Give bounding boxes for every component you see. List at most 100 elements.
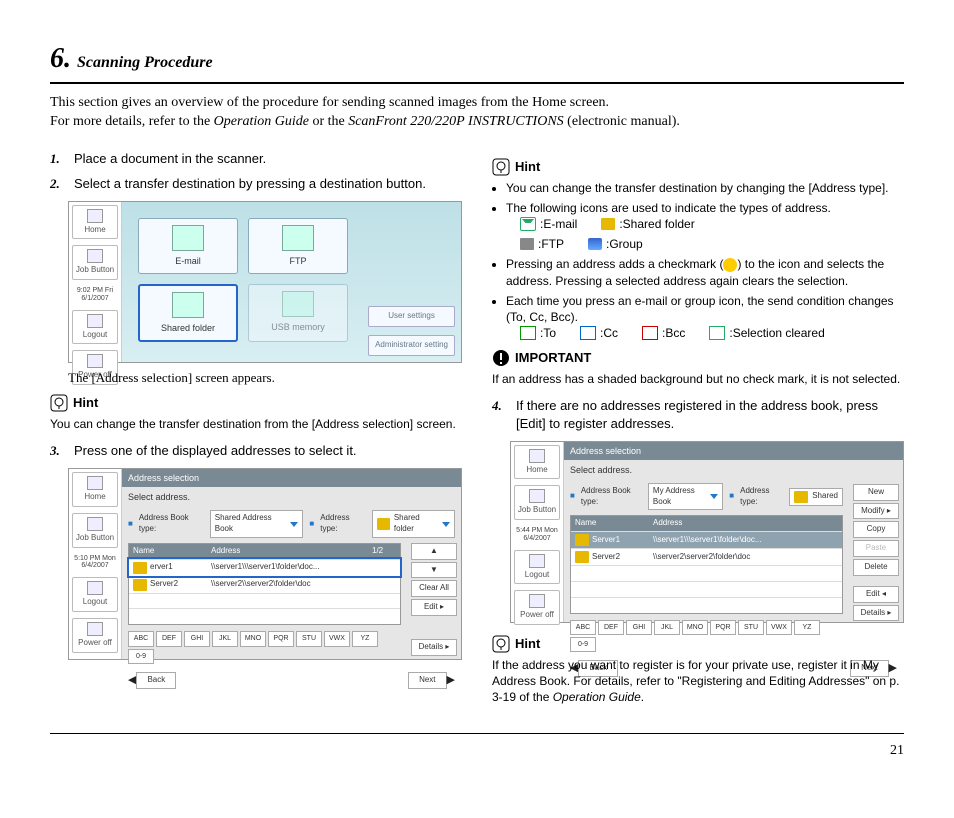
bcc-icon [642, 326, 658, 340]
filter-key[interactable]: GHI [626, 620, 652, 635]
filter-key[interactable]: ABC [128, 631, 154, 646]
filter-key[interactable]: PQR [268, 631, 294, 646]
address-type-dropdown[interactable]: Shared [789, 488, 843, 506]
figure-home-screen: Home Job Button 9:02 PM Fri 6/1/2007 Log… [68, 201, 462, 363]
filter-key[interactable]: GHI [184, 631, 210, 646]
fig1-sidebar: Home Job Button 9:02 PM Fri 6/1/2007 Log… [69, 202, 122, 362]
filter-key[interactable]: DEF [598, 620, 624, 635]
filter-key[interactable]: MNO [240, 631, 266, 646]
important-heading: IMPORTANT [492, 349, 904, 367]
logout-icon [529, 554, 545, 568]
filter-key[interactable]: JKL [654, 620, 680, 635]
to-icon [520, 326, 536, 340]
new-button[interactable]: New [853, 484, 899, 501]
filter-key[interactable]: ABC [570, 620, 596, 635]
filter-key[interactable]: YZ [794, 620, 820, 635]
modify-button[interactable]: Modify ▸ [853, 503, 899, 520]
hint-heading-1: Hint [50, 394, 462, 412]
details-button[interactable]: Details ▸ [411, 639, 457, 656]
fig1-panel: E-mail FTP Shared folder USB memory User… [122, 202, 461, 362]
home-icon [87, 476, 103, 490]
power-icon [87, 622, 103, 636]
next-arrow[interactable]: ▶ [447, 673, 455, 688]
address-table: NameAddress Server1\\server1\\\server1\f… [570, 515, 843, 613]
power-button[interactable]: Power off [72, 618, 118, 653]
filter-key[interactable]: VWX [324, 631, 350, 646]
address-row-1[interactable]: erver1\\server1\\\server1\folder\doc... [129, 559, 400, 576]
home-button[interactable]: Home [514, 445, 560, 480]
shared-folder-tile[interactable]: Shared folder [138, 284, 238, 342]
filter-key[interactable]: STU [296, 631, 322, 646]
clear-all-button[interactable]: Clear All [411, 580, 457, 597]
intro-line1: This section gives an overview of the pr… [50, 94, 904, 113]
power-icon [529, 594, 545, 608]
home-icon [87, 209, 103, 223]
delete-button[interactable]: Delete [853, 559, 899, 576]
email-icon [172, 225, 204, 251]
ftp-tile[interactable]: FTP [248, 218, 348, 274]
usb-icon [282, 291, 314, 317]
panel-title: Address selection [564, 442, 903, 460]
right-column: Hint You can change the transfer destina… [492, 150, 904, 706]
hint-heading-2: Hint [492, 158, 904, 176]
filter-key[interactable]: YZ [352, 631, 378, 646]
home-button[interactable]: Home [72, 205, 118, 240]
admin-setting-button[interactable]: Administrator setting [368, 335, 455, 356]
next-button[interactable]: Next [408, 672, 446, 689]
job-icon [87, 517, 103, 531]
job-button[interactable]: Job Button [72, 245, 118, 280]
checkmark-icon [723, 258, 737, 272]
address-table: NameAddress1/2 erver1\\server1\\\server1… [128, 543, 401, 625]
email-tile[interactable]: E-mail [138, 218, 238, 274]
panel-subtitle: Select address. [122, 487, 461, 507]
filter-key[interactable]: VWX [766, 620, 792, 635]
address-type-dropdown[interactable]: Shared folder [372, 510, 455, 538]
scroll-up-button[interactable]: ▲ [411, 543, 457, 560]
hint-icon [50, 394, 68, 412]
filter-key[interactable]: MNO [682, 620, 708, 635]
mail-icon [520, 217, 536, 231]
logout-button[interactable]: Logout [72, 310, 118, 345]
user-settings-button[interactable]: User settings [368, 306, 455, 327]
page-number: 21 [50, 733, 904, 761]
folder-icon [601, 218, 615, 230]
filter-key[interactable]: 0-9 [570, 637, 596, 652]
filter-key[interactable]: JKL [212, 631, 238, 646]
address-row-2[interactable]: Server2\\server2\server2\folder\doc [571, 548, 842, 565]
hint-icon [492, 635, 510, 653]
edit-button[interactable]: Edit ▸ [411, 599, 457, 616]
power-button[interactable]: Power off [514, 590, 560, 625]
address-book-dropdown[interactable]: My Address Book [648, 483, 723, 511]
folder-icon [377, 518, 390, 530]
scroll-down-button[interactable]: ▼ [411, 562, 457, 579]
figure1-caption: The [Address selection] screen appears. [68, 369, 462, 387]
filter-key[interactable]: DEF [156, 631, 182, 646]
logout-button[interactable]: Logout [514, 550, 560, 585]
job-icon [529, 489, 545, 503]
address-row-2[interactable]: Server2\\server2\\server2\folder\doc [129, 576, 400, 593]
edit-button[interactable]: Edit ◂ [853, 586, 899, 603]
details-button[interactable]: Details ▸ [853, 605, 899, 622]
address-row-1[interactable]: Server1\\server1\\\server1\folder\doc... [571, 531, 842, 548]
copy-button[interactable]: Copy [853, 521, 899, 538]
usb-tile[interactable]: USB memory [248, 284, 348, 342]
logout-button[interactable]: Logout [72, 577, 118, 612]
time-display: 5:44 PM Mon 6/4/2007 [511, 523, 563, 546]
address-book-dropdown[interactable]: Shared Address Book [210, 510, 304, 538]
filter-key[interactable]: STU [738, 620, 764, 635]
power-icon [87, 354, 103, 368]
address-row-empty [129, 593, 400, 609]
job-button[interactable]: Job Button [514, 485, 560, 520]
prev-arrow[interactable]: ◀ [128, 673, 136, 688]
back-button[interactable]: Back [136, 672, 176, 689]
fig3-sidebar: Home Job Button 5:44 PM Mon 6/4/2007 Log… [511, 442, 564, 622]
selection-cleared-icon [709, 326, 725, 340]
panel-title: Address selection [122, 469, 461, 487]
filter-key[interactable]: PQR [710, 620, 736, 635]
home-button[interactable]: Home [72, 472, 118, 507]
filter-key[interactable]: 0-9 [128, 649, 154, 664]
job-button[interactable]: Job Button [72, 513, 118, 548]
hint3-text: If the address you want to register is f… [492, 657, 904, 706]
step-4: 4.If there are no addresses registered i… [492, 397, 904, 432]
address-row-empty [129, 608, 400, 624]
